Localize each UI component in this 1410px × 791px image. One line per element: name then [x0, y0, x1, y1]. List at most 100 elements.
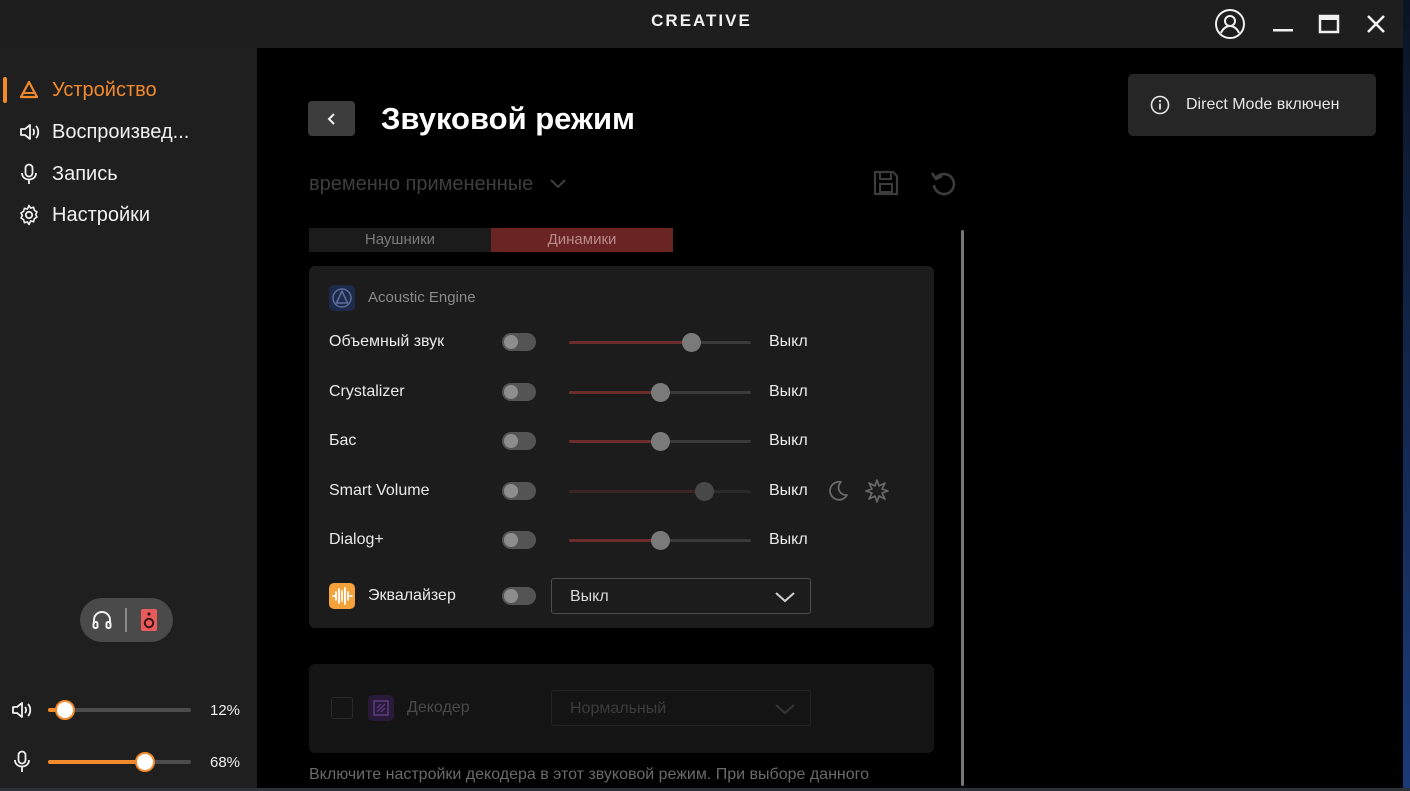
decoder-label: Декодер	[407, 699, 470, 716]
maximize-button[interactable]	[1313, 8, 1345, 40]
playback-volume-value: 12%	[210, 702, 241, 719]
slider-knob[interactable]	[694, 482, 714, 501]
crystalizer-slider[interactable]	[569, 383, 751, 402]
playback-volume-slider[interactable]	[48, 700, 191, 720]
decoder-icon	[368, 695, 394, 726]
slider-knob[interactable]	[651, 531, 670, 550]
record-volume: 68%	[0, 747, 257, 777]
acoustic-engine-panel: Acoustic Engine Объемный звук Выкл Cryst…	[309, 266, 934, 628]
headphones-icon[interactable]	[91, 609, 113, 636]
microphone-icon	[18, 163, 40, 185]
sidebar-item-label: Запись	[52, 162, 118, 185]
desktop-background	[1403, 0, 1410, 791]
decoder-mode-select[interactable]: Нормальный	[551, 690, 811, 726]
output-tabs: Наушники Динамики	[309, 228, 673, 252]
dialog-plus-toggle[interactable]	[502, 531, 536, 549]
sidebar-item-recording[interactable]: Запись	[0, 156, 257, 192]
chevron-down-icon	[775, 592, 795, 603]
equalizer-preset-select[interactable]: Выкл	[551, 578, 811, 614]
setting-label: Crystalizer	[329, 383, 405, 400]
page-title: Звуковой режим	[381, 101, 635, 136]
info-icon	[1150, 95, 1170, 120]
equalizer-toggle[interactable]	[502, 587, 536, 605]
decoder-footnote: Включите настройки декодера в этот звуко…	[309, 766, 870, 783]
preset-select[interactable]: временно примененные	[309, 173, 567, 196]
setting-label: Dialog+	[329, 531, 384, 548]
setting-label: Объемный звук	[329, 333, 445, 350]
gear-icon	[18, 204, 40, 226]
sidebar-item-label: Устройство	[52, 78, 157, 101]
preset-label: временно примененные	[309, 173, 534, 195]
slider-knob[interactable]	[55, 700, 76, 720]
setting-value: Выкл	[769, 531, 808, 548]
chevron-down-icon	[550, 179, 566, 189]
tab-headphones[interactable]: Наушники	[309, 228, 491, 252]
setting-label: Эквалайзер	[368, 587, 456, 604]
sidebar-item-device[interactable]: Устройство	[0, 72, 257, 108]
switch-divider	[125, 608, 127, 632]
account-icon[interactable]	[1214, 8, 1246, 40]
setting-dialog-plus: Dialog+ Выкл	[309, 525, 934, 555]
setting-smart-volume: Smart Volume Выкл	[309, 476, 934, 506]
content-scrollbar[interactable]	[961, 230, 964, 786]
chevron-left-icon	[327, 112, 335, 125]
slider-knob[interactable]	[135, 752, 156, 772]
surround-toggle[interactable]	[502, 333, 536, 351]
setting-surround: Объемный звук Выкл	[309, 327, 934, 357]
slider-knob[interactable]	[651, 383, 670, 402]
crystalizer-toggle[interactable]	[502, 383, 536, 401]
toast-text: Direct Mode включен	[1186, 96, 1340, 113]
slider-fill	[48, 760, 146, 764]
decoder-checkbox[interactable]	[331, 697, 353, 719]
creative-logo: CREATIVE	[651, 11, 752, 30]
active-indicator	[3, 77, 7, 103]
reset-icon[interactable]	[930, 169, 958, 202]
app-window: CREATIVE Устройство Воспроизвед... Запис…	[0, 0, 1403, 788]
title-bar: CREATIVE	[0, 0, 1403, 48]
bass-toggle[interactable]	[502, 432, 536, 450]
sidebar-item-settings[interactable]: Настройки	[0, 197, 257, 233]
speaker-icon	[10, 699, 34, 726]
loud-mode-icon[interactable]	[864, 478, 890, 509]
close-button[interactable]	[1360, 8, 1392, 40]
setting-label: Smart Volume	[329, 482, 430, 499]
tab-speakers[interactable]: Динамики	[491, 228, 673, 252]
bass-slider[interactable]	[569, 432, 751, 451]
minimize-button[interactable]	[1267, 8, 1299, 40]
engine-title: Acoustic Engine	[368, 289, 476, 306]
smart-volume-slider[interactable]	[569, 482, 751, 501]
playback-volume: 12%	[0, 695, 257, 725]
setting-label: Бас	[329, 432, 357, 449]
decoder-panel: Декодер Нормальный	[309, 664, 934, 753]
output-switch	[80, 598, 173, 642]
smart-volume-toggle[interactable]	[502, 482, 536, 500]
record-volume-slider[interactable]	[48, 752, 191, 772]
creative-device-icon	[18, 79, 40, 101]
surround-slider[interactable]	[569, 333, 751, 352]
chevron-down-icon	[775, 704, 795, 715]
setting-value: Выкл	[769, 482, 808, 499]
select-value: Нормальный	[570, 700, 667, 717]
save-icon[interactable]	[872, 169, 900, 202]
speaker-icon	[18, 121, 40, 143]
setting-value: Выкл	[769, 432, 808, 449]
speaker-box-icon[interactable]	[139, 608, 159, 637]
sidebar-item-label: Воспроизвед...	[52, 120, 190, 143]
dialog-plus-slider[interactable]	[569, 531, 751, 550]
back-button[interactable]	[308, 101, 355, 136]
acoustic-engine-icon	[329, 285, 355, 316]
slider-knob[interactable]	[681, 333, 701, 352]
select-value: Выкл	[570, 588, 609, 605]
equalizer-icon	[329, 583, 355, 614]
sidebar-item-label: Настройки	[52, 203, 151, 226]
setting-value: Выкл	[769, 383, 808, 400]
sidebar-item-playback[interactable]: Воспроизвед...	[0, 114, 257, 150]
night-mode-icon[interactable]	[826, 479, 850, 508]
setting-crystalizer: Crystalizer Выкл	[309, 377, 934, 407]
microphone-icon	[12, 750, 32, 779]
setting-value: Выкл	[769, 333, 808, 350]
setting-bass: Бас Выкл	[309, 426, 934, 456]
slider-knob[interactable]	[651, 432, 670, 451]
sidebar: Устройство Воспроизвед... Запись Настрой…	[0, 48, 257, 788]
record-volume-value: 68%	[210, 754, 241, 771]
